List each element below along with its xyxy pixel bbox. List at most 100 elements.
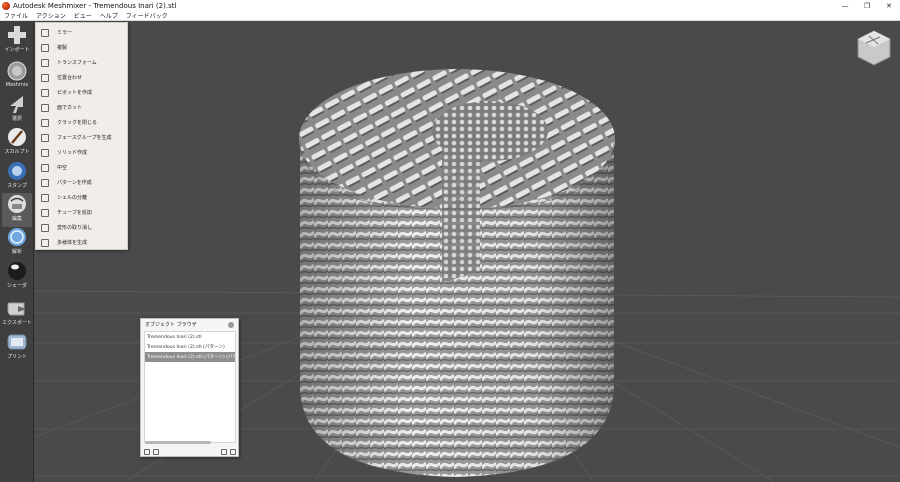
edit-mirror[interactable]: ミラー [36,25,129,40]
edit-make-pattern[interactable]: パターンを作成 [36,175,129,190]
edit-create-pivot[interactable]: ピボットを作成 [36,85,129,100]
edit-icon [8,195,26,213]
edit-close-cracks-label: クラックを閉じる [57,120,98,126]
tool-select[interactable]: 選択 [2,93,32,127]
menu-file[interactable]: ファイル [0,11,32,20]
menu-feedback[interactable]: フィードバック [122,11,172,20]
edit-plane-cut-label: 面でカット [57,105,83,111]
stamp-icon [8,162,26,180]
object-list-scrollbar[interactable] [145,441,211,444]
edit-make-pattern-label: パターンを作成 [57,180,92,186]
make-manifold-icon [41,238,49,247]
edit-duplicate[interactable]: 複製 [36,40,129,55]
edit-separate-shells[interactable]: シェルの分離 [36,190,129,205]
add-tube-icon [41,208,49,217]
analysis-icon [8,228,26,246]
edit-align[interactable]: 位置合わせ [36,70,129,85]
edit-align-label: 位置合わせ [57,75,83,81]
edit-close-cracks[interactable]: クラックを閉じる [36,115,129,130]
menu-view[interactable]: ビュー [70,11,96,20]
object-browser-title: オブジェクト ブラウザ [145,322,197,328]
tool-analysis-label: 解析 [11,249,22,255]
left-toolbar: インポート Meshmix 選択 スカルプト スタンプ 編集 解析 シェーダ エ… [0,21,34,482]
object-list-item[interactable]: Tremendous Inari (2).stl (パターン) [145,342,235,352]
object-browser-header: オブジェクト ブラウザ [141,319,238,330]
object-list-item[interactable]: Tremendous Inari (2).stl [145,332,235,342]
pivot-icon [41,88,49,97]
make-solid-icon [41,148,49,157]
meshmix-ball-icon [7,61,27,81]
object-list-item-selected[interactable]: Tremendous Inari (2).stl (パターン) (パター [145,352,235,362]
title-bar: Autodesk Meshmixer - Tremendous Inari (2… [0,0,900,11]
mesh-model[interactable] [299,69,615,477]
tool-analysis[interactable]: 解析 [2,226,32,260]
edit-replace[interactable]: 変形の取り消し [36,220,129,235]
minimize-button[interactable]: — [834,0,856,11]
plus-icon [8,26,26,44]
replace-icon [41,223,49,232]
object-browser-close-icon[interactable] [228,321,234,328]
maximize-button[interactable]: ❐ [856,0,878,11]
tool-stamp-label: スタンプ [7,183,27,189]
menu-actions[interactable]: アクション [32,11,70,20]
tool-select-label: 選択 [11,116,22,122]
edit-transform[interactable]: トランスフォーム [36,55,129,70]
transform-icon [41,58,49,67]
edit-duplicate-label: 複製 [57,45,68,51]
trash-icon[interactable] [230,448,236,455]
plane-cut-icon [41,103,49,112]
edit-separate-shells-label: シェルの分離 [57,195,88,201]
edit-generate-facegroups-label: フェースグループを生成 [57,135,112,141]
view-cube[interactable] [855,29,893,67]
edit-transform-label: トランスフォーム [57,60,97,66]
edit-make-solid-label: ソリッド作成 [57,150,88,156]
tool-import[interactable]: インポート [2,24,32,58]
edit-create-pivot-label: ピボットを作成 [57,90,93,96]
menu-bar: ファイル アクション ビュー ヘルプ フィードバック [0,11,900,21]
object-browser-panel: オブジェクト ブラウザ Tremendous Inari (2).stl Tre… [140,318,239,457]
tool-shader[interactable]: シェーダ [2,260,32,294]
edit-hollow[interactable]: 中空 [36,160,129,175]
close-button[interactable]: ✕ [878,0,900,11]
tool-export-label: エクスポート [2,320,32,326]
facegroups-icon [41,133,49,142]
object-browser-footer [144,447,236,456]
object-visibility-icon[interactable] [153,448,159,455]
tool-stamp[interactable]: スタンプ [2,160,32,194]
edit-make-manifold[interactable]: 多様体を生成 [36,235,129,250]
edit-make-solid[interactable]: ソリッド作成 [36,145,129,160]
tool-export[interactable]: エクスポート [2,297,32,331]
tool-print[interactable]: プリント [2,331,32,365]
edit-add-tube[interactable]: チューブを追加 [36,205,129,220]
object-list: Tremendous Inari (2).stl Tremendous Inar… [144,331,236,443]
edit-make-manifold-label: 多様体を生成 [57,240,88,246]
edit-plane-cut[interactable]: 面でカット [36,100,129,115]
print-icon [7,334,27,350]
shader-sphere-icon [8,262,26,280]
edit-add-tube-label: チューブを追加 [57,210,92,216]
make-pattern-icon [41,178,49,187]
close-cracks-icon [41,118,49,127]
tool-import-label: インポート [4,47,30,53]
edit-generate-facegroups[interactable]: フェースグループを生成 [36,130,129,145]
edit-hollow-label: 中空 [57,165,68,171]
edit-menu-panel: ミラー 複製 トランスフォーム 位置合わせ ピボットを作成 面でカット クラック… [35,22,128,250]
export-icon [7,302,26,316]
mirror-icon [41,28,49,37]
menu-help[interactable]: ヘルプ [96,11,122,20]
object-add-icon[interactable] [144,448,150,455]
edit-replace-label: 変形の取り消し [57,225,93,231]
tool-sculpt[interactable]: スカルプト [2,126,32,160]
tool-edit[interactable]: 編集 [2,193,32,227]
object-duplicate-icon[interactable] [221,448,227,455]
brush-icon [8,128,26,146]
tool-meshmix-label: Meshmix [5,82,29,88]
align-icon [41,73,49,82]
tool-meshmix[interactable]: Meshmix [2,60,32,94]
window-title: Autodesk Meshmixer - Tremendous Inari (2… [13,1,177,10]
tool-sculpt-label: スカルプト [4,149,30,155]
meshmixer-app-icon [2,1,10,10]
tool-edit-label: 編集 [11,216,22,222]
duplicate-icon [41,43,49,52]
hollow-icon [41,163,49,172]
